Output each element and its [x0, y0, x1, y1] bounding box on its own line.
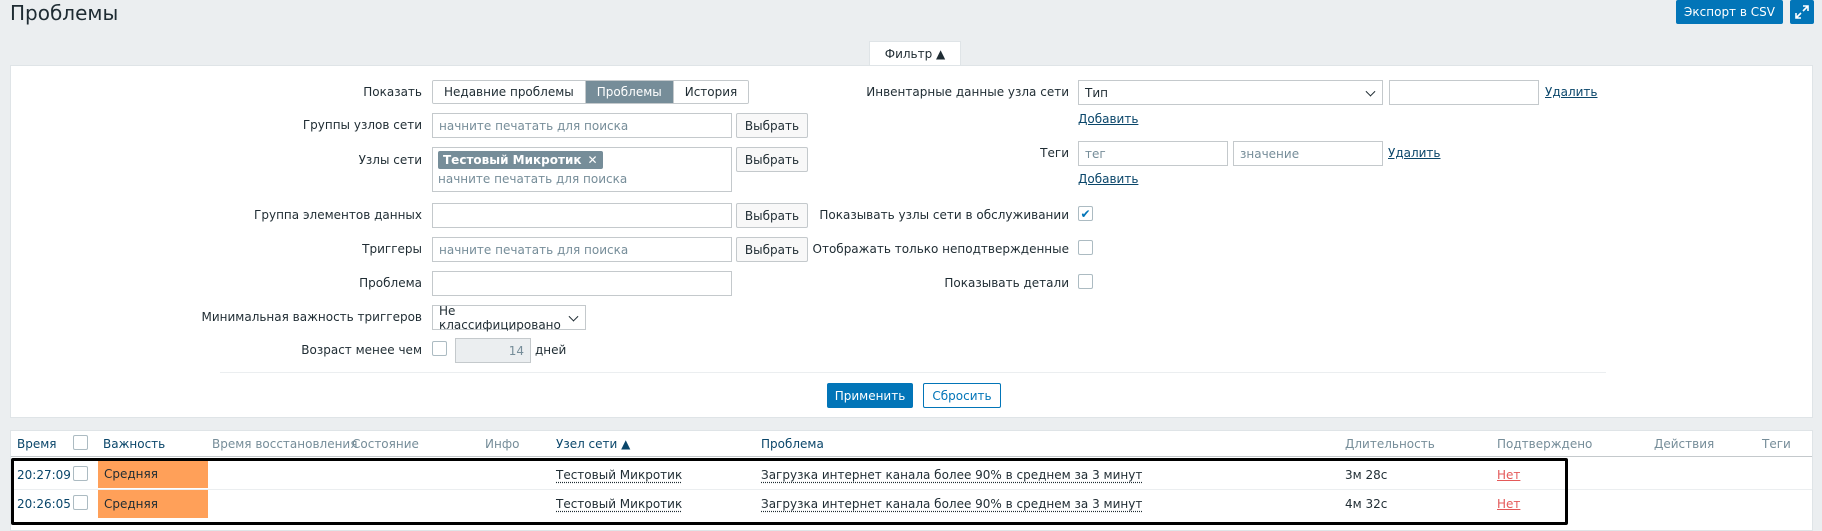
chevron-down-icon	[568, 311, 579, 322]
item-group-label: Группа элементов данных	[254, 208, 422, 222]
col-duration: Длительность	[1345, 437, 1435, 451]
apply-button[interactable]: Применить	[827, 383, 913, 408]
inventory-field-select[interactable]: Тип	[1078, 80, 1383, 105]
age-input[interactable]: 14	[455, 338, 531, 363]
age-label: Возраст менее чем	[301, 343, 422, 357]
tag-value-input[interactable]: значение	[1233, 141, 1383, 166]
tag-name-input[interactable]: тег	[1078, 141, 1228, 166]
inventory-add-link[interactable]: Добавить	[1078, 112, 1138, 126]
col-status: Состояние	[352, 437, 419, 451]
row-checkbox[interactable]	[73, 495, 88, 510]
table-row-host[interactable]: Тестовый Микротик	[556, 497, 682, 511]
row-divider	[11, 489, 1812, 490]
table-row-problem[interactable]: Загрузка интернет канала более 90% в сре…	[761, 497, 1142, 511]
table-row-duration: 4м 32с	[1345, 497, 1388, 511]
col-problem[interactable]: Проблема	[761, 437, 824, 451]
col-actions: Действия	[1654, 437, 1715, 451]
col-host[interactable]: Узел сети ▲	[556, 437, 630, 451]
show-option-problems[interactable]: Проблемы	[585, 81, 674, 103]
row-checkbox[interactable]	[73, 466, 88, 481]
show-details-label: Показывать детали	[944, 276, 1069, 290]
col-ack: Подтверждено	[1497, 437, 1593, 451]
triggers-select-button[interactable]: Выбрать	[736, 237, 808, 262]
table-row-host[interactable]: Тестовый Микротик	[556, 468, 682, 482]
age-checkbox[interactable]	[432, 341, 447, 356]
col-severity[interactable]: Важность	[103, 437, 165, 451]
show-unacknowledged-label: Отображать только неподтвержденные	[812, 242, 1069, 256]
min-severity-select[interactable]: Не классифицировано	[432, 304, 586, 332]
table-row-time[interactable]: 20:26:05	[17, 497, 71, 511]
show-option-recent[interactable]: Недавние проблемы	[433, 81, 586, 103]
checkmark-icon: ✔	[1080, 206, 1091, 221]
table-row-ack-link[interactable]: Нет	[1497, 468, 1520, 482]
hosts-multiselect[interactable]: Тестовый Микротик ✕ начните печатать для …	[432, 147, 732, 192]
select-all-checkbox[interactable]	[73, 435, 88, 450]
table-row-ack-link[interactable]: Нет	[1497, 497, 1520, 511]
col-recovery-time: Время восстановления	[212, 437, 358, 451]
problem-label: Проблема	[359, 276, 422, 290]
problem-input[interactable]	[432, 271, 732, 296]
host-groups-select-button[interactable]: Выбрать	[736, 113, 808, 138]
tags-add-link[interactable]: Добавить	[1078, 172, 1138, 186]
filter-divider	[220, 372, 1606, 373]
remove-chip-icon[interactable]: ✕	[588, 153, 598, 167]
item-group-input[interactable]	[432, 203, 732, 228]
export-csv-button[interactable]: Экспорт в CSV	[1676, 0, 1783, 24]
show-option-history[interactable]: История	[673, 81, 749, 103]
triggers-input[interactable]: начните печатать для поиска	[432, 237, 732, 262]
expand-icon	[1795, 5, 1809, 19]
tags-label: Теги	[1040, 146, 1069, 160]
col-info: Инфо	[485, 437, 520, 451]
hosts-select-button[interactable]: Выбрать	[736, 147, 808, 172]
inventory-remove-link[interactable]: Удалить	[1545, 85, 1598, 99]
fullscreen-button[interactable]	[1790, 0, 1814, 24]
show-unacknowledged-checkbox[interactable]	[1078, 240, 1093, 255]
show-details-checkbox[interactable]	[1078, 274, 1093, 289]
show-segmented-control[interactable]: Недавние проблемы Проблемы История	[432, 80, 750, 104]
show-maintenance-label: Показывать узлы сети в обслуживании	[819, 208, 1069, 222]
severity-badge: Средняя	[98, 490, 208, 518]
age-unit: дней	[535, 343, 567, 357]
host-chip: Тестовый Микротик ✕	[438, 151, 603, 169]
show-maintenance-checkbox[interactable]: ✔	[1078, 206, 1093, 221]
host-groups-label: Группы узлов сети	[302, 118, 422, 132]
item-group-select-button[interactable]: Выбрать	[736, 203, 808, 228]
table-row-problem[interactable]: Загрузка интернет канала более 90% в сре…	[761, 468, 1142, 482]
page-title: Проблемы	[10, 1, 119, 25]
triggers-label: Триггеры	[362, 242, 422, 256]
chevron-down-icon	[1365, 86, 1376, 97]
col-tags: Теги	[1762, 437, 1791, 451]
show-label: Показать	[363, 85, 422, 99]
min-severity-label: Минимальная важность триггеров	[201, 310, 422, 324]
inventory-value-input[interactable]	[1389, 80, 1539, 105]
table-row-duration: 3м 28с	[1345, 468, 1388, 482]
tags-remove-link[interactable]: Удалить	[1388, 146, 1441, 160]
filter-tab[interactable]: Фильтр ▲	[869, 41, 961, 66]
host-groups-input[interactable]: начните печатать для поиска	[432, 113, 732, 138]
col-time[interactable]: Время	[17, 437, 57, 451]
header-divider	[11, 456, 1812, 457]
hosts-label: Узлы сети	[358, 153, 422, 167]
reset-button[interactable]: Сбросить	[923, 383, 1001, 408]
severity-badge: Средняя	[98, 460, 208, 488]
inventory-label: Инвентарные данные узла сети	[866, 85, 1069, 99]
table-row-time[interactable]: 20:27:09	[17, 468, 71, 482]
